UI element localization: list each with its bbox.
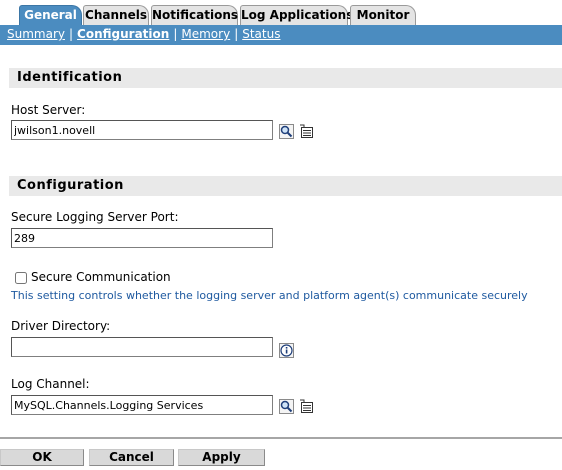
tab-monitor[interactable]: Monitor — [350, 5, 416, 25]
secure-communication-help-text: This setting controls whether the loggin… — [11, 289, 528, 302]
log-channel-input[interactable] — [11, 395, 273, 415]
port-input[interactable] — [11, 228, 273, 248]
subnav-summary-link[interactable]: Summary — [7, 27, 65, 41]
ok-button[interactable]: OK — [0, 449, 84, 466]
identification-section-header: Identification — [9, 68, 562, 88]
subnav-separator: | — [69, 27, 74, 41]
port-label: Secure Logging Server Port: — [11, 210, 179, 224]
secure-communication-label: Secure Communication — [31, 270, 171, 284]
subnav-memory-link[interactable]: Memory — [181, 27, 230, 41]
apply-button[interactable]: Apply — [178, 449, 265, 466]
bottom-divider — [0, 437, 562, 439]
magnifier-browse-icon[interactable] — [279, 399, 294, 414]
host-server-input[interactable] — [11, 120, 273, 140]
sub-navigation: Summary | Configuration | Memory | Status — [0, 25, 562, 45]
configuration-section-header: Configuration — [9, 176, 562, 196]
driver-directory-input[interactable] — [11, 337, 273, 357]
tab-log-applications[interactable]: Log Applications — [240, 5, 353, 25]
object-history-icon[interactable] — [299, 124, 314, 139]
tab-bar: General Channels Notifications Log Appli… — [0, 0, 562, 25]
subnav-configuration-link[interactable]: Configuration — [77, 27, 169, 41]
cancel-button[interactable]: Cancel — [89, 449, 174, 466]
tab-channels[interactable]: Channels — [83, 5, 149, 25]
host-server-label: Host Server: — [11, 103, 86, 117]
tab-general[interactable]: General — [19, 5, 82, 25]
secure-communication-checkbox[interactable] — [15, 272, 27, 284]
driver-directory-label: Driver Directory: — [11, 319, 111, 333]
subnav-separator: | — [173, 27, 178, 41]
magnifier-browse-icon[interactable] — [279, 124, 294, 139]
object-history-icon[interactable] — [299, 399, 314, 414]
subnav-status-link[interactable]: Status — [242, 27, 280, 41]
log-channel-label: Log Channel: — [11, 377, 90, 391]
info-icon[interactable] — [279, 343, 294, 358]
subnav-separator: | — [234, 27, 239, 41]
tab-notifications[interactable]: Notifications — [151, 5, 238, 25]
